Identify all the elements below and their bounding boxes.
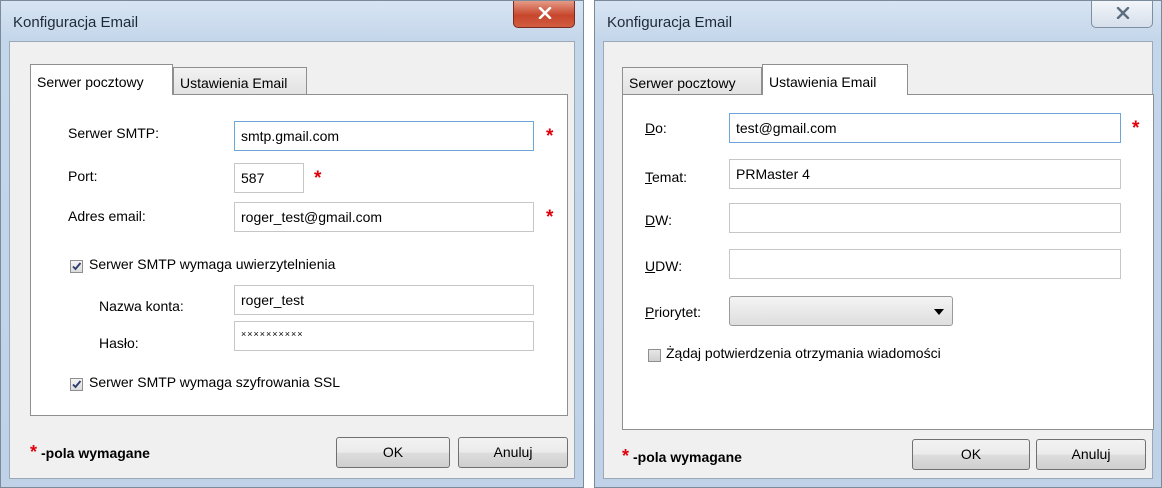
bcc-input[interactable]: [729, 249, 1121, 279]
password-label: Hasło:: [99, 335, 139, 351]
cc-label: DW:: [645, 212, 672, 228]
required-fields-note: * -pola wymagane: [622, 446, 742, 467]
auth-required-checkbox[interactable]: [70, 260, 83, 273]
smtp-server-label: Serwer SMTP:: [68, 125, 160, 141]
close-button[interactable]: [1091, 1, 1153, 28]
required-star: *: [1132, 118, 1140, 139]
close-x-icon: [538, 7, 552, 19]
ok-button[interactable]: OK: [912, 439, 1030, 470]
read-receipt-checkbox[interactable]: [648, 349, 661, 362]
checkmark-icon: [72, 380, 82, 389]
to-input[interactable]: test@gmail.com: [729, 113, 1121, 143]
priority-label: Priorytet:: [645, 304, 702, 320]
tab-label: Serwer pocztowy: [37, 74, 144, 90]
tab-serwer-pocztowy[interactable]: Serwer pocztowy: [622, 67, 762, 94]
tab-ustawienia-email[interactable]: Ustawienia Email: [173, 67, 307, 94]
tab-serwer-pocztowy[interactable]: Serwer pocztowy: [30, 64, 173, 95]
password-input[interactable]: ××××××××××: [234, 321, 534, 351]
account-name-input[interactable]: roger_test: [234, 285, 534, 315]
dialog-client-area: Serwer pocztowy Ustawienia Email Do: tes…: [603, 41, 1154, 479]
priority-dropdown[interactable]: [729, 296, 953, 326]
to-label: Do:: [645, 120, 667, 136]
title-bar[interactable]: Konfiguracja Email: [1, 1, 583, 41]
tab-ustawienia-email[interactable]: Ustawienia Email: [762, 64, 908, 95]
tab-panel-email-settings: Do: test@gmail.com * Temat: PRMaster 4 D…: [622, 94, 1154, 430]
close-button[interactable]: [513, 1, 575, 28]
read-receipt-label[interactable]: Żądaj potwierdzenia otrzymania wiadomośc…: [666, 345, 941, 361]
required-note-text: -pola wymagane: [41, 445, 150, 461]
dialog-client-area: Serwer pocztowy Ustawienia Email Serwer …: [9, 41, 575, 479]
ssl-required-label[interactable]: Serwer SMTP wymaga szyfrowania SSL: [89, 374, 340, 390]
cc-input[interactable]: [729, 203, 1121, 233]
subject-input[interactable]: PRMaster 4: [729, 159, 1121, 189]
dialog-title: Konfiguracja Email: [13, 14, 139, 31]
ok-button[interactable]: OK: [336, 437, 450, 468]
tab-panel-server: Serwer SMTP: smtp.gmail.com * Port: 587 …: [30, 94, 568, 416]
ssl-required-checkbox[interactable]: [70, 378, 83, 391]
required-note-text: -pola wymagane: [633, 449, 742, 465]
email-config-dialog-server: Konfiguracja Email Serwer pocztowy Ustaw…: [0, 0, 584, 488]
required-star: *: [30, 442, 38, 462]
required-fields-note: * -pola wymagane: [30, 442, 150, 463]
tab-label: Ustawienia Email: [180, 75, 288, 91]
bcc-label: UDW:: [645, 258, 683, 274]
email-address-input[interactable]: roger_test@gmail.com: [234, 202, 534, 232]
email-config-dialog-settings: Konfiguracja Email Serwer pocztowy Ustaw…: [594, 0, 1162, 488]
required-star: *: [546, 126, 554, 147]
email-address-label: Adres email:: [68, 208, 146, 224]
subject-label: Temat:: [645, 169, 688, 185]
required-star: *: [546, 207, 554, 228]
port-input[interactable]: 587: [234, 163, 304, 193]
smtp-server-input[interactable]: smtp.gmail.com: [234, 121, 534, 151]
port-label: Port:: [68, 168, 98, 184]
tab-label: Serwer pocztowy: [629, 75, 736, 91]
chevron-down-icon: [934, 309, 944, 315]
auth-required-label[interactable]: Serwer SMTP wymaga uwierzytelnienia: [89, 256, 335, 272]
checkmark-icon: [72, 262, 82, 271]
close-x-icon: [1116, 7, 1130, 19]
account-name-label: Nazwa konta:: [99, 298, 184, 314]
cancel-button[interactable]: Anuluj: [1036, 439, 1146, 470]
title-bar[interactable]: Konfiguracja Email: [595, 1, 1161, 41]
cancel-button[interactable]: Anuluj: [458, 437, 568, 468]
required-star: *: [314, 168, 322, 189]
tab-label: Ustawienia Email: [769, 74, 877, 90]
dialog-title: Konfiguracja Email: [607, 14, 733, 31]
required-star: *: [622, 446, 630, 466]
